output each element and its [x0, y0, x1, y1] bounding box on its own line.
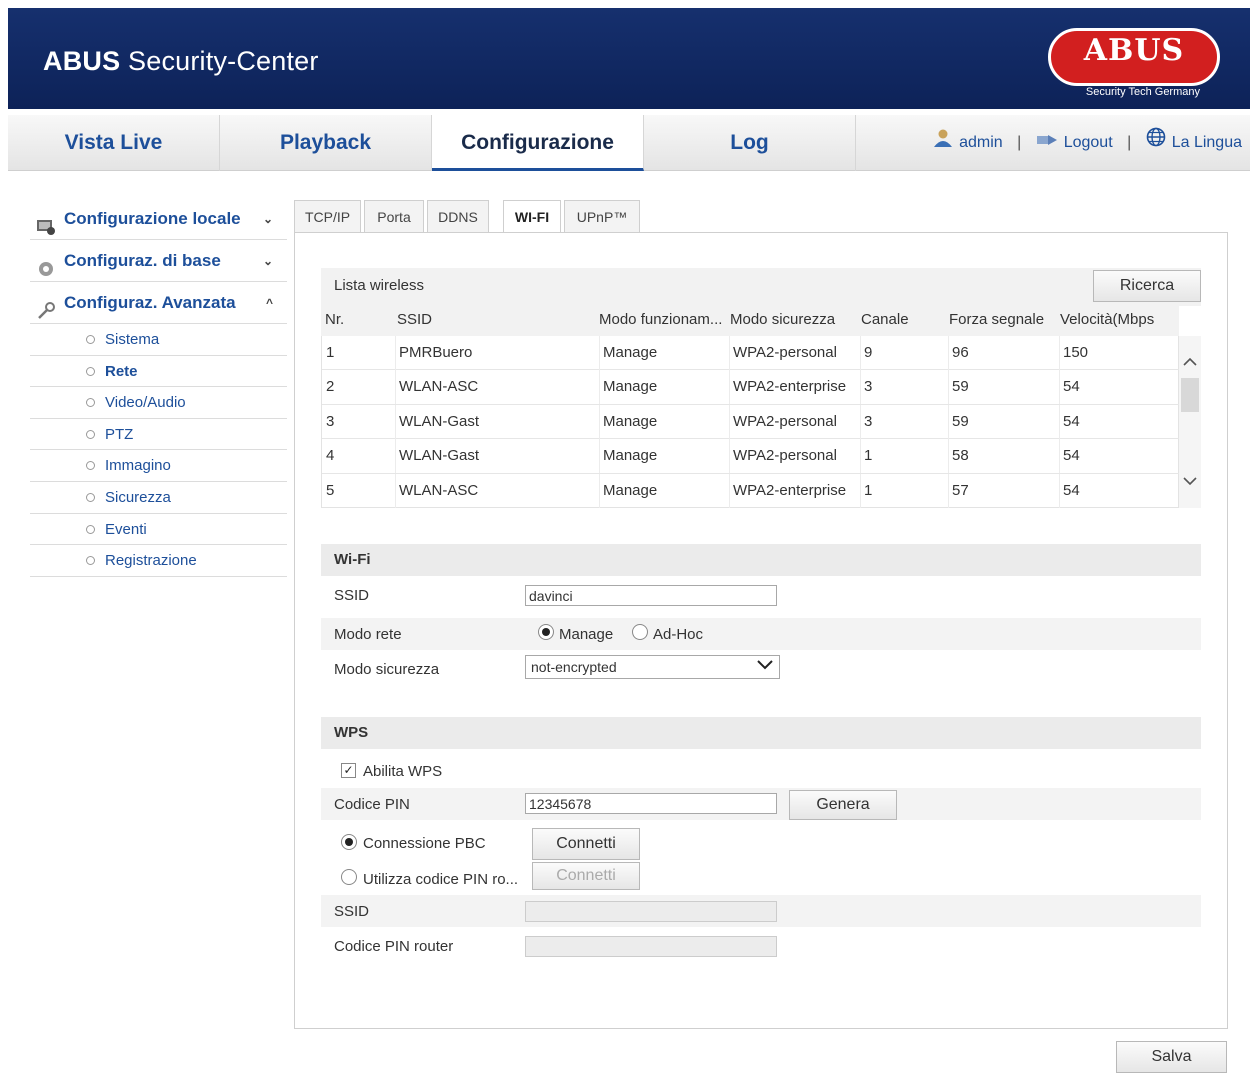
- chevron-down-icon: ⌄: [262, 212, 273, 226]
- subtab-wifi[interactable]: WI-FI: [503, 200, 561, 234]
- col-modo-sicurezza[interactable]: Modo sicurezza: [730, 306, 835, 334]
- save-button[interactable]: Salva: [1116, 1041, 1227, 1073]
- sidebar-item-immagine[interactable]: Immagino: [30, 450, 287, 482]
- ssid-input[interactable]: [525, 585, 777, 606]
- security-mode-select[interactable]: not-encrypted: [525, 655, 780, 679]
- bullet-icon: [86, 335, 95, 344]
- wifi-section-header: Wi-Fi: [321, 544, 1201, 576]
- chevron-up-icon[interactable]: [1181, 354, 1199, 369]
- wireless-list-header: Lista wireless: [321, 268, 1201, 306]
- col-modo-funzionamento[interactable]: Modo funzionam...: [599, 306, 722, 334]
- subtab-tcpip[interactable]: TCP/IP: [294, 200, 361, 233]
- manage-label[interactable]: Manage: [559, 626, 613, 643]
- bullet-icon: [86, 524, 95, 534]
- table-scrollbar[interactable]: [1179, 336, 1201, 508]
- sidebar-section-configuraz-di-base[interactable]: Configuraz. di base ⌄: [30, 240, 287, 282]
- tab-configurazione[interactable]: Configurazione: [432, 115, 644, 171]
- bullet-icon: [86, 461, 95, 471]
- table-row[interactable]: 2 WLAN-ASC Manage WPA2-enterprise 3 59 5…: [322, 370, 1180, 405]
- col-forza-segnale[interactable]: Forza segnale: [949, 306, 1044, 334]
- manage-radio[interactable]: [538, 624, 554, 640]
- wrench-icon: [36, 294, 56, 319]
- user-menu: admin | Logout | La Lingua: [933, 115, 1242, 171]
- modo-rete-label: Modo rete: [334, 626, 402, 643]
- tab-vista-live[interactable]: Vista Live: [8, 115, 220, 171]
- subtab-ddns[interactable]: DDNS: [427, 200, 489, 233]
- modo-sicurezza-label: Modo sicurezza: [334, 661, 440, 678]
- abus-logo: ABUS: [1048, 28, 1220, 86]
- chevron-down-icon[interactable]: [1181, 474, 1199, 489]
- bullet-icon: [86, 429, 95, 439]
- logout-icon: [1036, 115, 1058, 171]
- enable-wps-checkbox[interactable]: ✓: [341, 763, 356, 778]
- col-velocita[interactable]: Velocità(Mbps: [1060, 306, 1154, 334]
- ssid-label: SSID: [334, 587, 370, 604]
- table-row[interactable]: 4 WLAN-Gast Manage WPA2-personal 1 58 54: [322, 439, 1180, 474]
- connect-button[interactable]: Connetti: [532, 828, 640, 860]
- sidebar-item-ptz[interactable]: PTZ: [30, 419, 287, 451]
- subtab-porta[interactable]: Porta: [364, 200, 424, 233]
- logo-tagline: Security Tech Germany: [1085, 86, 1200, 98]
- pin-label: Codice PIN: [334, 796, 410, 813]
- logout-link[interactable]: Logout: [1064, 134, 1113, 151]
- bullet-icon: [86, 398, 95, 408]
- router-pin-input[interactable]: [525, 936, 777, 957]
- wps-ssid-input[interactable]: [525, 901, 777, 922]
- tab-log[interactable]: Log: [644, 115, 856, 171]
- table-row[interactable]: 3 WLAN-Gast Manage WPA2-personal 3 59 54: [322, 404, 1180, 440]
- sidebar-item-sicurezza[interactable]: Sicurezza: [30, 482, 287, 514]
- chevron-up-icon: ^: [265, 296, 273, 310]
- user-name[interactable]: admin: [959, 134, 1003, 151]
- modo-rete-row: [321, 618, 1201, 650]
- sidebar-item-rete[interactable]: Rete: [30, 356, 287, 388]
- wireless-table: 1 PMRBuero Manage WPA2-personal 9 96 150…: [321, 336, 1180, 508]
- search-button[interactable]: Ricerca: [1093, 270, 1201, 302]
- sidebar-item-video-audio[interactable]: Video/Audio: [30, 387, 287, 419]
- pbc-radio[interactable]: [341, 834, 357, 850]
- main-nav: Vista Live Playback Configurazione Log a…: [8, 115, 1250, 171]
- bullet-icon: [86, 556, 95, 566]
- chevron-down-icon: ⌄: [262, 254, 273, 268]
- app-title: ABUS Security-Center: [43, 46, 319, 76]
- scrollbar-thumb[interactable]: [1181, 378, 1199, 412]
- router-pin-label: Codice PIN router: [334, 938, 454, 955]
- generate-button[interactable]: Genera: [789, 790, 897, 820]
- wifi-section-title: Wi-Fi: [334, 551, 371, 568]
- wireless-list-title: Lista wireless: [334, 277, 425, 294]
- wps-section-header: WPS: [321, 717, 1201, 749]
- tab-playback[interactable]: Playback: [220, 115, 432, 171]
- globe-icon: [1146, 115, 1166, 171]
- pbc-label[interactable]: Connessione PBC: [363, 835, 486, 852]
- wps-ssid-label: SSID: [334, 903, 370, 920]
- router-pin-option-label[interactable]: Utilizza codice PIN ro...: [363, 871, 518, 888]
- connect-button-disabled[interactable]: Connetti: [532, 862, 640, 890]
- wireless-table-header: Nr. SSID Modo funzionam... Modo sicurezz…: [321, 306, 1179, 336]
- sidebar-item-registrazione[interactable]: Registrazione: [30, 545, 287, 577]
- gear-icon: [36, 252, 56, 276]
- col-nr[interactable]: Nr.: [325, 306, 344, 334]
- app-header: ABUS Security-Center ABUS Security Tech …: [8, 8, 1250, 109]
- sidebar-item-eventi[interactable]: Eventi: [30, 514, 287, 546]
- sidebar-section-configurazione-locale[interactable]: Configurazione locale ⌄: [30, 198, 287, 240]
- chevron-down-icon: [757, 655, 773, 677]
- bullet-icon: [86, 366, 95, 376]
- router-pin-radio[interactable]: [341, 869, 357, 885]
- pin-input[interactable]: [525, 793, 777, 814]
- bullet-icon: [86, 492, 95, 502]
- table-row[interactable]: 5 WLAN-ASC Manage WPA2-enterprise 1 57 5…: [322, 473, 1180, 508]
- table-row[interactable]: 1 PMRBuero Manage WPA2-personal 9 96 150: [322, 336, 1180, 371]
- subtab-upnp[interactable]: UPnP™: [564, 200, 640, 233]
- wps-section-title: WPS: [334, 724, 369, 741]
- sidebar-section-configuraz-avanzata[interactable]: Configuraz. Avanzata ^: [30, 282, 287, 324]
- col-canale[interactable]: Canale: [861, 306, 909, 334]
- language-link[interactable]: La Lingua: [1172, 134, 1242, 151]
- sidebar: Configurazione locale ⌄ Configuraz. di b…: [30, 198, 287, 577]
- user-icon: [933, 115, 953, 171]
- sidebar-item-sistema[interactable]: Sistema: [30, 324, 287, 356]
- monitor-settings-icon: [36, 210, 56, 235]
- adhoc-radio[interactable]: [632, 624, 648, 640]
- enable-wps-label[interactable]: Abilita WPS: [363, 763, 442, 780]
- adhoc-label[interactable]: Ad-Hoc: [653, 626, 703, 643]
- col-ssid[interactable]: SSID: [397, 306, 432, 334]
